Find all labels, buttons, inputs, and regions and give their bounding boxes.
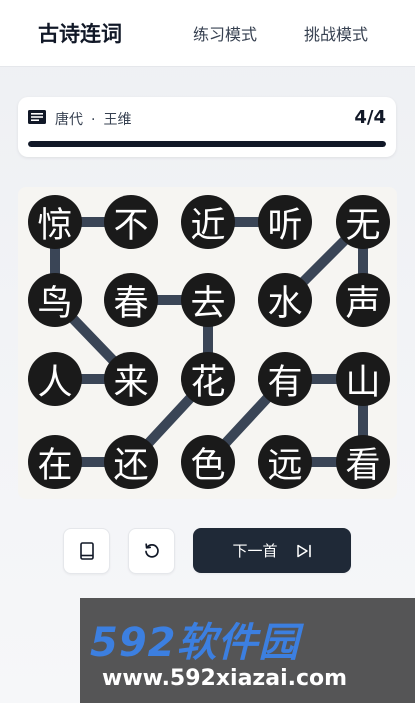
rotate-ccw-icon [144, 543, 159, 558]
book-icon [79, 542, 94, 560]
top-bar: 古诗连词 练习模式 挑战模式 [0, 0, 415, 67]
poem-book-button[interactable] [63, 528, 110, 574]
poem-dynasty: 唐代 [55, 112, 83, 128]
poem-meta: 唐代 · 王维 [55, 109, 131, 129]
next-poem-button[interactable]: 下一首 [193, 528, 351, 573]
nav-challenge-mode[interactable]: 挑战模式 [304, 21, 368, 45]
word-cell[interactable]: 花 [181, 352, 235, 406]
word-cell[interactable]: 鸟 [28, 273, 82, 327]
skip-forward-icon [296, 544, 311, 557]
word-cell[interactable]: 还 [104, 435, 158, 489]
word-cell[interactable]: 山 [336, 352, 390, 406]
poem-info-card: 唐代 · 王维 4/4 [18, 97, 396, 157]
word-cell[interactable]: 春 [104, 273, 158, 327]
word-cell[interactable]: 色 [181, 435, 235, 489]
poem-counter: 4/4 [354, 107, 386, 128]
word-cell[interactable]: 人 [28, 352, 82, 406]
word-cell[interactable]: 看 [336, 435, 390, 489]
meta-separator: · [91, 112, 96, 128]
poem-author: 王维 [103, 112, 132, 128]
word-cell[interactable]: 惊 [28, 195, 82, 249]
book-open-icon [28, 110, 46, 124]
reset-button[interactable] [128, 528, 175, 574]
word-cell[interactable]: 来 [104, 352, 158, 406]
word-cell[interactable]: 水 [258, 273, 312, 327]
next-poem-label: 下一首 [232, 542, 278, 560]
watermark-overlay: 592软件园 www.592xiazai.com [80, 598, 415, 703]
nav-practice-mode[interactable]: 练习模式 [193, 21, 257, 45]
word-cell[interactable]: 远 [258, 435, 312, 489]
word-cell[interactable]: 不 [104, 195, 158, 249]
watermark-title: 592软件园 [90, 620, 300, 666]
word-cell[interactable]: 在 [28, 435, 82, 489]
word-board: 惊不近听无鸟春去水声人来花有山在还色远看 [18, 187, 397, 499]
watermark-url: www.592xiazai.com [102, 666, 348, 691]
app-title: 古诗连词 [38, 22, 122, 46]
progress-bar [28, 141, 386, 147]
word-cell[interactable]: 近 [181, 195, 235, 249]
word-cell[interactable]: 无 [336, 195, 390, 249]
word-cell[interactable]: 有 [258, 352, 312, 406]
word-cell[interactable]: 听 [258, 195, 312, 249]
word-cell[interactable]: 声 [336, 273, 390, 327]
word-cell[interactable]: 去 [181, 273, 235, 327]
progress-fill [28, 141, 386, 147]
